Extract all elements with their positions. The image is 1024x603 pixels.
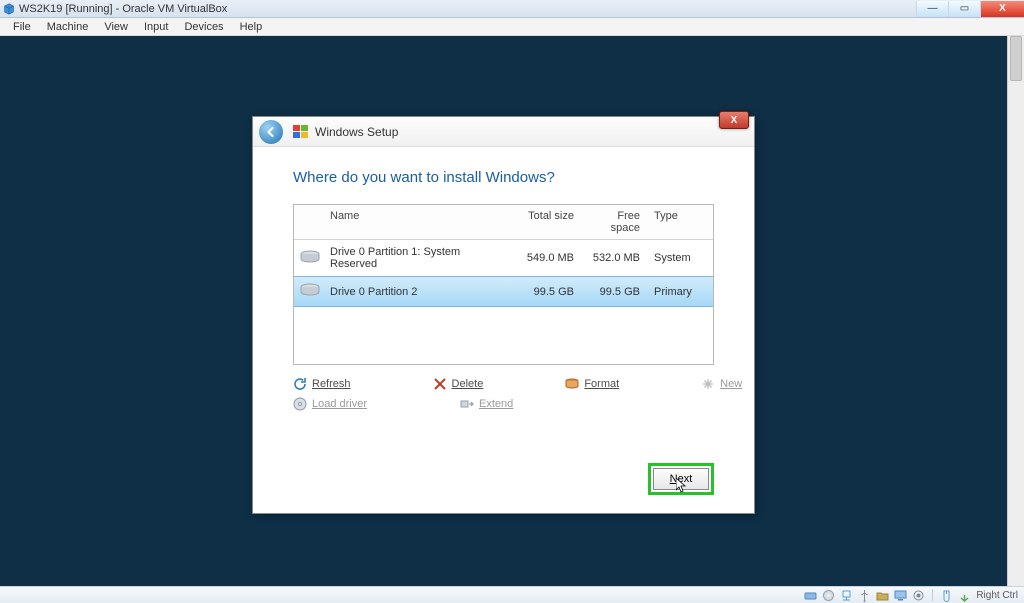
col-name[interactable]: Name <box>324 205 514 239</box>
scrollbar-thumb[interactable] <box>1010 36 1022 81</box>
dialog-close-button[interactable]: X <box>719 111 749 129</box>
minimize-button[interactable]: — <box>916 1 948 17</box>
usb-indicator-icon <box>858 589 871 602</box>
menu-bar: File Machine View Input Devices Help <box>0 18 1024 36</box>
setup-heading: Where do you want to install Windows? <box>293 169 714 186</box>
action-label: Load driver <box>312 398 367 410</box>
maximize-button[interactable]: ▭ <box>948 1 980 17</box>
action-label: Extend <box>479 398 513 410</box>
optical-indicator-icon <box>822 589 835 602</box>
keyboard-capture-icon <box>958 589 971 602</box>
action-label: Delete <box>452 378 484 390</box>
table-body: Drive 0 Partition 1: System Reserved 549… <box>294 240 713 364</box>
window-title: WS2K19 [Running] - Oracle VM VirtualBox <box>19 3 227 15</box>
cell-total: 549.0 MB <box>514 249 580 267</box>
guest-display: Windows Setup X Where do you want to ins… <box>0 36 1007 586</box>
window-controls: — ▭ X <box>916 1 1024 17</box>
cell-name: Drive 0 Partition 1: System Reserved <box>324 243 514 273</box>
drive-icon <box>300 250 320 264</box>
action-label: Refresh <box>312 378 351 390</box>
cell-type: System <box>646 249 708 267</box>
col-total[interactable]: Total size <box>514 205 580 239</box>
cell-free: 532.0 MB <box>580 249 646 267</box>
table-row[interactable]: Drive 0 Partition 1: System Reserved 549… <box>294 240 713 276</box>
mouse-integration-icon <box>940 589 953 602</box>
vertical-scrollbar[interactable] <box>1007 36 1024 586</box>
next-highlight: Next <box>648 463 714 495</box>
back-button[interactable] <box>259 120 283 144</box>
hdd-indicator-icon <box>804 589 817 602</box>
virtualbox-titlebar: WS2K19 [Running] - Oracle VM VirtualBox … <box>0 0 1024 18</box>
format-action[interactable]: Format <box>565 377 619 391</box>
menu-devices[interactable]: Devices <box>177 20 230 34</box>
recording-indicator-icon <box>912 589 925 602</box>
refresh-icon <box>293 377 307 391</box>
display-indicator-icon <box>894 589 907 602</box>
dialog-titlebar: Windows Setup X <box>253 117 754 147</box>
extend-action: Extend <box>460 397 545 411</box>
cell-name: Drive 0 Partition 2 <box>324 283 514 301</box>
menu-help[interactable]: Help <box>233 20 270 34</box>
shared-folder-indicator-icon <box>876 589 889 602</box>
menu-input[interactable]: Input <box>137 20 175 34</box>
cell-total: 99.5 GB <box>514 283 580 301</box>
action-label: New <box>720 378 742 390</box>
cell-free: 99.5 GB <box>580 283 646 301</box>
menu-machine[interactable]: Machine <box>40 20 96 34</box>
cd-icon <box>293 397 307 411</box>
host-key-label: Right Ctrl <box>976 590 1018 601</box>
partition-table: Name Total size Free space Type Drive 0 … <box>293 204 714 365</box>
format-icon <box>565 377 579 391</box>
table-row[interactable]: Drive 0 Partition 2 99.5 GB 99.5 GB Prim… <box>294 276 713 307</box>
dialog-title: Windows Setup <box>315 125 398 139</box>
next-button[interactable]: Next <box>653 468 709 490</box>
delete-icon <box>433 377 447 391</box>
virtualbox-icon <box>3 3 15 15</box>
col-type[interactable]: Type <box>646 205 708 239</box>
refresh-action[interactable]: Refresh <box>293 377 351 391</box>
close-button[interactable]: X <box>980 1 1024 17</box>
action-label: Format <box>584 378 619 390</box>
col-free[interactable]: Free space <box>580 205 646 239</box>
windows-flag-icon <box>293 125 309 139</box>
new-action: New <box>701 377 742 391</box>
table-header: Name Total size Free space Type <box>294 205 713 240</box>
drive-icon <box>300 283 320 297</box>
menu-view[interactable]: View <box>97 20 135 34</box>
cell-type: Primary <box>646 283 708 301</box>
delete-action[interactable]: Delete <box>433 377 484 391</box>
network-indicator-icon <box>840 589 853 602</box>
new-icon <box>701 377 715 391</box>
statusbar: Right Ctrl <box>0 586 1024 603</box>
menu-file[interactable]: File <box>6 20 38 34</box>
load-driver-action[interactable]: Load driver <box>293 397 378 411</box>
extend-icon <box>460 397 474 411</box>
windows-setup-dialog: Windows Setup X Where do you want to ins… <box>252 116 755 514</box>
